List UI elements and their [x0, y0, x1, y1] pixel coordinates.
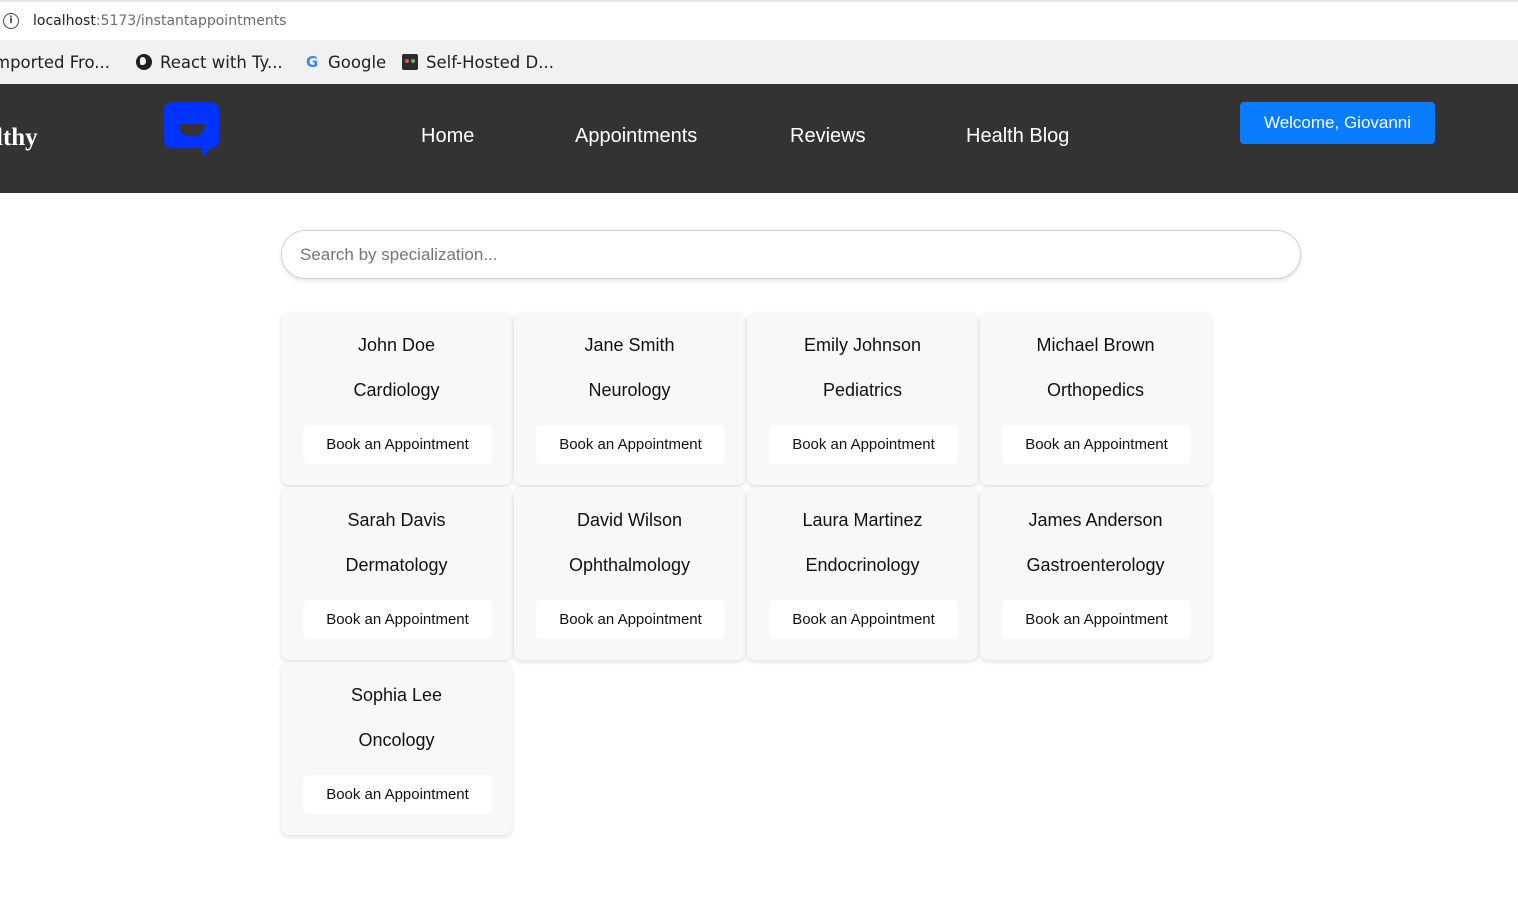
bookmark-label: React with Ty... [160, 52, 283, 72]
app-icon [402, 54, 418, 70]
doctor-name: Michael Brown [1036, 335, 1155, 355]
doctor-name: John Doe [357, 335, 436, 355]
nav-home[interactable]: Home [421, 125, 474, 148]
doctor-specialization: Pediatrics [822, 380, 903, 400]
doctor-card: Emily Johnson Pediatrics Book an Appointme… [747, 312, 978, 485]
doctor-specialization: Orthopedics [1046, 380, 1145, 400]
doctor-specialization: Neurology [588, 380, 671, 400]
doctor-name: Laura Martinez [802, 510, 923, 530]
address-url[interactable]: localhost:5173/instantappointments [33, 13, 286, 29]
doctor-card: Michael Brown Orthopedics Book an Appointm… [980, 312, 1211, 485]
site-info-icon[interactable]: i [3, 13, 19, 29]
bookmark-label: Google [328, 52, 387, 72]
book-appointment-button[interactable]: Book an Appointment [303, 600, 492, 639]
globe-icon [136, 54, 152, 70]
book-appointment-button[interactable]: Book an Appointment [303, 425, 492, 464]
doctor-specialization: Gastroenterology [1026, 555, 1165, 575]
bookmark-self-hosted[interactable]: Self-Hosted D... [402, 52, 554, 72]
doctor-name: Jane Smith [584, 335, 675, 355]
doctor-name: James Anderson [1028, 510, 1163, 530]
doctor-name: Emily Johnson [803, 335, 922, 355]
browser-address-bar: i localhost:5173/instantappointments [0, 0, 1518, 40]
brand-name[interactable]: lthy [0, 124, 38, 152]
book-appointment-button[interactable]: Book an Appointment [536, 600, 725, 639]
welcome-user-button[interactable]: Welcome, Giovanni [1240, 102, 1435, 144]
doctor-card: Jane Smith Neurology Book an Appointment [514, 312, 745, 485]
navbar: lthy Home Appointments Reviews Health Bl… [0, 84, 1518, 193]
bookmark-google[interactable]: G Google [304, 52, 386, 72]
doctor-specialization: Cardiology [353, 380, 440, 400]
bookmark-label: Self-Hosted D... [426, 52, 554, 72]
doctor-specialization: Endocrinology [805, 555, 920, 575]
doctor-specialization: Oncology [358, 730, 435, 750]
book-appointment-button[interactable]: Book an Appointment [536, 425, 725, 464]
book-appointment-button[interactable]: Book an Appointment [1002, 425, 1191, 464]
doctor-name: Sarah Davis [347, 510, 446, 530]
nav-reviews[interactable]: Reviews [790, 125, 866, 148]
chat-logo-icon[interactable] [164, 102, 219, 156]
nav-health-blog[interactable]: Health Blog [966, 125, 1069, 148]
doctor-name: David Wilson [576, 510, 683, 530]
bookmark-imported[interactable]: mported Fro... [0, 52, 110, 72]
doctor-card: James Anderson Gastroenterology Book an Ap… [980, 487, 1211, 660]
doctor-card: Sophia Lee Oncology Book an Appointment [281, 662, 512, 835]
specialization-search-input[interactable] [281, 230, 1301, 279]
doctor-specialization: Dermatology [345, 555, 448, 575]
book-appointment-button[interactable]: Book an Appointment [303, 775, 492, 814]
doctor-card: Sarah Davis Dermatology Book an Appointmen… [281, 487, 512, 660]
google-icon: G [305, 53, 319, 71]
url-host: localhost [33, 13, 96, 29]
book-appointment-button[interactable]: Book an Appointment [1002, 600, 1191, 639]
doctor-card: David Wilson Ophthalmology Book an Appoint… [514, 487, 745, 660]
doctor-name: Sophia Lee [350, 685, 443, 705]
bookmark-label: mported Fro... [0, 52, 111, 72]
doctor-card: Laura Martinez Endocrinology Book an Appoi… [747, 487, 978, 660]
doctor-card: John Doe Cardiology Book an Appointment [281, 312, 512, 485]
doctor-specialization: Ophthalmology [568, 555, 691, 575]
book-appointment-button[interactable]: Book an Appointment [769, 600, 958, 639]
doctor-grid: John Doe Cardiology Book an Appointment Jan… [281, 312, 1221, 835]
bookmarks-bar: mported Fro... React with Ty... G Google… [0, 40, 1518, 84]
book-appointment-button[interactable]: Book an Appointment [769, 425, 958, 464]
url-path: :5173/instantappointments [95, 13, 287, 29]
nav-appointments[interactable]: Appointments [575, 125, 697, 148]
bookmark-react[interactable]: React with Ty... [136, 52, 283, 72]
